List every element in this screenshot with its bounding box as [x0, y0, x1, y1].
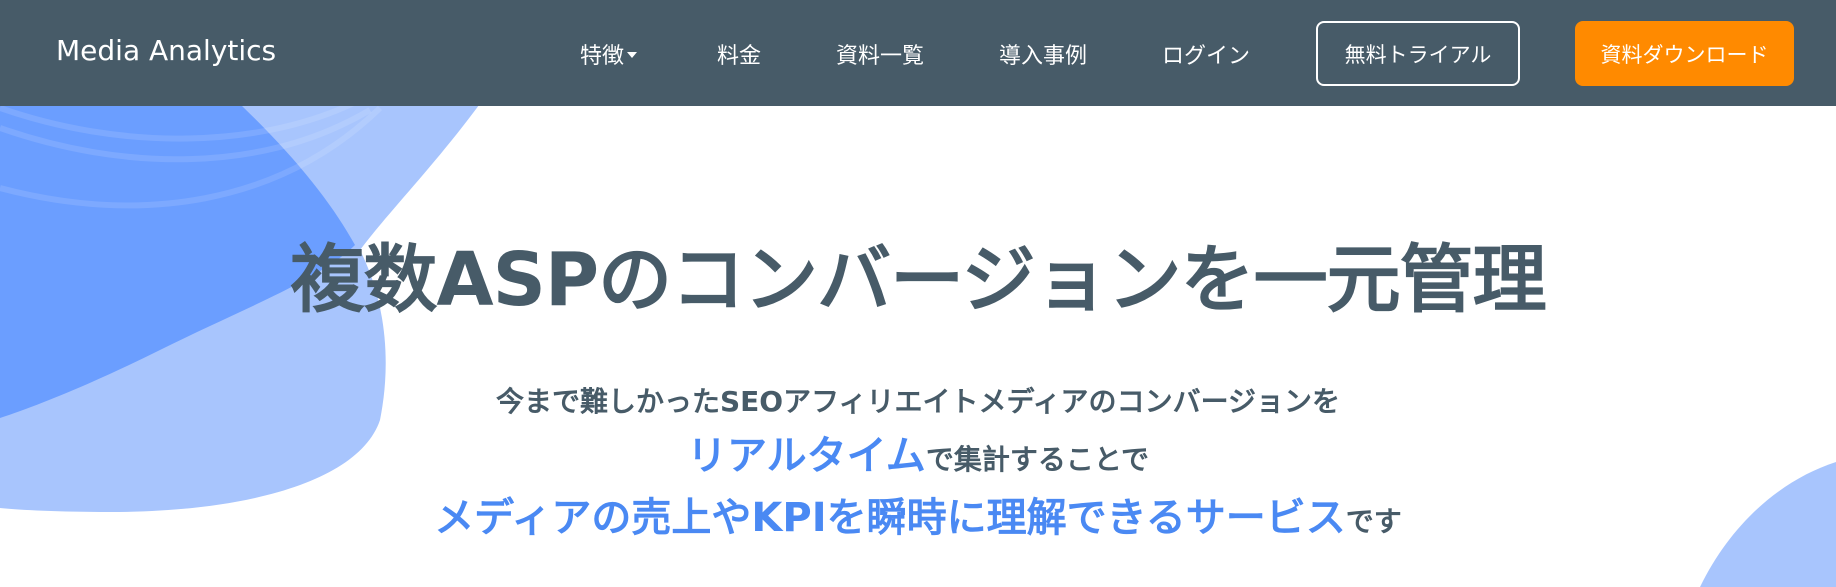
hero-subtext-line1: 今まで難しかったSEOアフィリエイトメディアのコンバージョンを: [495, 385, 1341, 418]
nav-item-case-studies[interactable]: 導入事例: [999, 38, 1087, 70]
nav-item-documents[interactable]: 資料一覧: [836, 38, 924, 70]
free-trial-label: 無料トライアル: [1344, 42, 1492, 67]
nav-item-login[interactable]: ログイン: [1162, 38, 1250, 70]
brand-logo[interactable]: Media Analytics: [56, 34, 276, 67]
nav-item-label: 特徴: [580, 44, 625, 69]
hero-accent-realtime: リアルタイム: [687, 433, 926, 479]
hero-subtext-line2: リアルタイムで集計することで: [0, 436, 1836, 476]
download-docs-button[interactable]: 資料ダウンロード: [1575, 21, 1794, 86]
free-trial-button[interactable]: 無料トライアル: [1316, 21, 1520, 86]
nav-item-label: ログイン: [1162, 44, 1251, 69]
nav-item-label: 料金: [717, 44, 762, 69]
hero-line3-rest: です: [1345, 505, 1402, 538]
nav-item-features[interactable]: 特徴: [580, 38, 638, 70]
hero-line2-rest: で集計することで: [925, 443, 1149, 476]
hero-subtext-line3: メディアの売上やKPIを瞬時に理解できるサービスです: [0, 498, 1836, 538]
nav-item-label: 資料一覧: [836, 44, 925, 69]
hero-accent-service: メディアの売上やKPIを瞬時に理解できるサービス: [434, 495, 1346, 541]
nav-item-label: 導入事例: [999, 44, 1088, 69]
navbar: Media Analytics 特徴 料金 資料一覧 導入事例 ログイン 無料ト…: [0, 0, 1836, 106]
caret-down-icon: [627, 52, 638, 58]
download-docs-label: 資料ダウンロード: [1600, 42, 1769, 67]
nav-item-pricing[interactable]: 料金: [717, 38, 761, 70]
hero-headline: 複数ASPのコンバージョンを一元管理: [290, 237, 1546, 323]
hero-section: 複数ASPのコンバージョンを一元管理 今まで難しかったSEOアフィリエイトメディ…: [0, 106, 1836, 587]
